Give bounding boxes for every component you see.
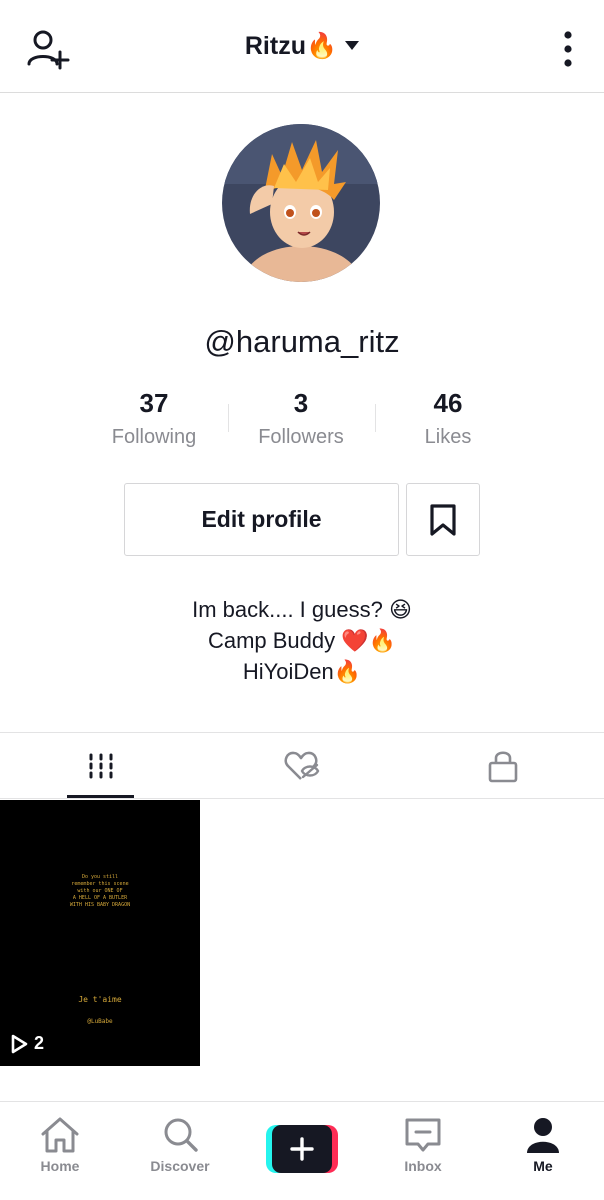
fire-emoji: 🔥 [305, 32, 338, 60]
video-caption-bottom: Je t'aime [78, 995, 122, 1004]
likes-count: 46 [433, 388, 463, 418]
liked-hidden-icon [284, 751, 319, 780]
account-name: Ritzu [244, 32, 306, 60]
home-icon [41, 1117, 79, 1153]
profile-tabs [0, 732, 604, 799]
nav-home[interactable]: Home [0, 1116, 120, 1174]
lock-icon [488, 751, 517, 783]
followers-label: Followers [258, 426, 344, 448]
video-caption-line: with our ONE OF [77, 888, 123, 894]
inbox-icon [405, 1118, 441, 1152]
avatar[interactable] [222, 124, 380, 282]
person-icon [527, 1118, 559, 1153]
following-label: Following [111, 426, 197, 448]
profile-bio: Im back.... I guess? 😆 Camp Buddy ❤️🔥 Hi… [0, 594, 604, 687]
plus-icon [272, 1125, 332, 1173]
nav-discover[interactable]: Discover [120, 1116, 240, 1174]
video-caption-line: remember this scene [71, 881, 129, 887]
nav-discover-label: Discover [150, 1158, 210, 1174]
video-thumbnail[interactable]: Do you still remember this scene with ou… [0, 800, 200, 1066]
create-button[interactable] [266, 1125, 338, 1173]
bio-line: Im back.... I guess? 😆 [192, 597, 412, 622]
profile-username: @haruma_ritz [204, 324, 400, 359]
search-icon [164, 1118, 198, 1152]
active-tab-indicator [67, 795, 134, 798]
bottom-nav: Home Discover Inbox Me [0, 1101, 604, 1200]
tab-videos[interactable] [0, 733, 201, 799]
video-caption-line: A HELL OF A BUTLER [72, 895, 128, 901]
video-caption: Do you still remember this scene with ou… [0, 874, 200, 909]
nav-home-label: Home [40, 1158, 80, 1174]
account-switcher[interactable]: Ritzu🔥 [0, 32, 604, 61]
stat-followers[interactable]: 3 Followers [226, 388, 376, 449]
likes-label: Likes [424, 426, 472, 448]
play-icon [11, 1034, 28, 1053]
bio-line: HiYoiDen🔥 [242, 659, 362, 684]
nav-inbox[interactable]: Inbox [363, 1116, 483, 1174]
tab-private[interactable] [402, 733, 603, 799]
edit-profile-button[interactable]: Edit profile [124, 483, 399, 556]
stat-following[interactable]: 37 Following [79, 388, 229, 449]
grid-icon [89, 753, 112, 779]
nav-me[interactable]: Me [483, 1116, 603, 1174]
tab-liked[interactable] [201, 733, 402, 799]
caret-down-icon [345, 40, 360, 50]
play-count: 2 [10, 1033, 44, 1054]
bio-line: Camp Buddy ❤️🔥 [207, 628, 397, 653]
stat-likes[interactable]: 46 Likes [373, 388, 523, 449]
play-count-value: 2 [34, 1033, 45, 1053]
top-bar: Ritzu🔥 [0, 0, 604, 93]
video-caption-line: Do you still [81, 874, 119, 880]
more-vertical-icon[interactable] [562, 30, 574, 70]
video-caption-line: WITH HIS BABY DRAGON [69, 902, 131, 908]
nav-inbox-label: Inbox [404, 1158, 442, 1174]
bookmark-icon [430, 503, 456, 536]
followers-count: 3 [293, 388, 309, 418]
favorites-button[interactable] [406, 483, 480, 556]
video-caption-tag: @LuBabe [87, 1018, 113, 1025]
nav-me-label: Me [533, 1158, 553, 1174]
following-count: 37 [139, 388, 169, 418]
